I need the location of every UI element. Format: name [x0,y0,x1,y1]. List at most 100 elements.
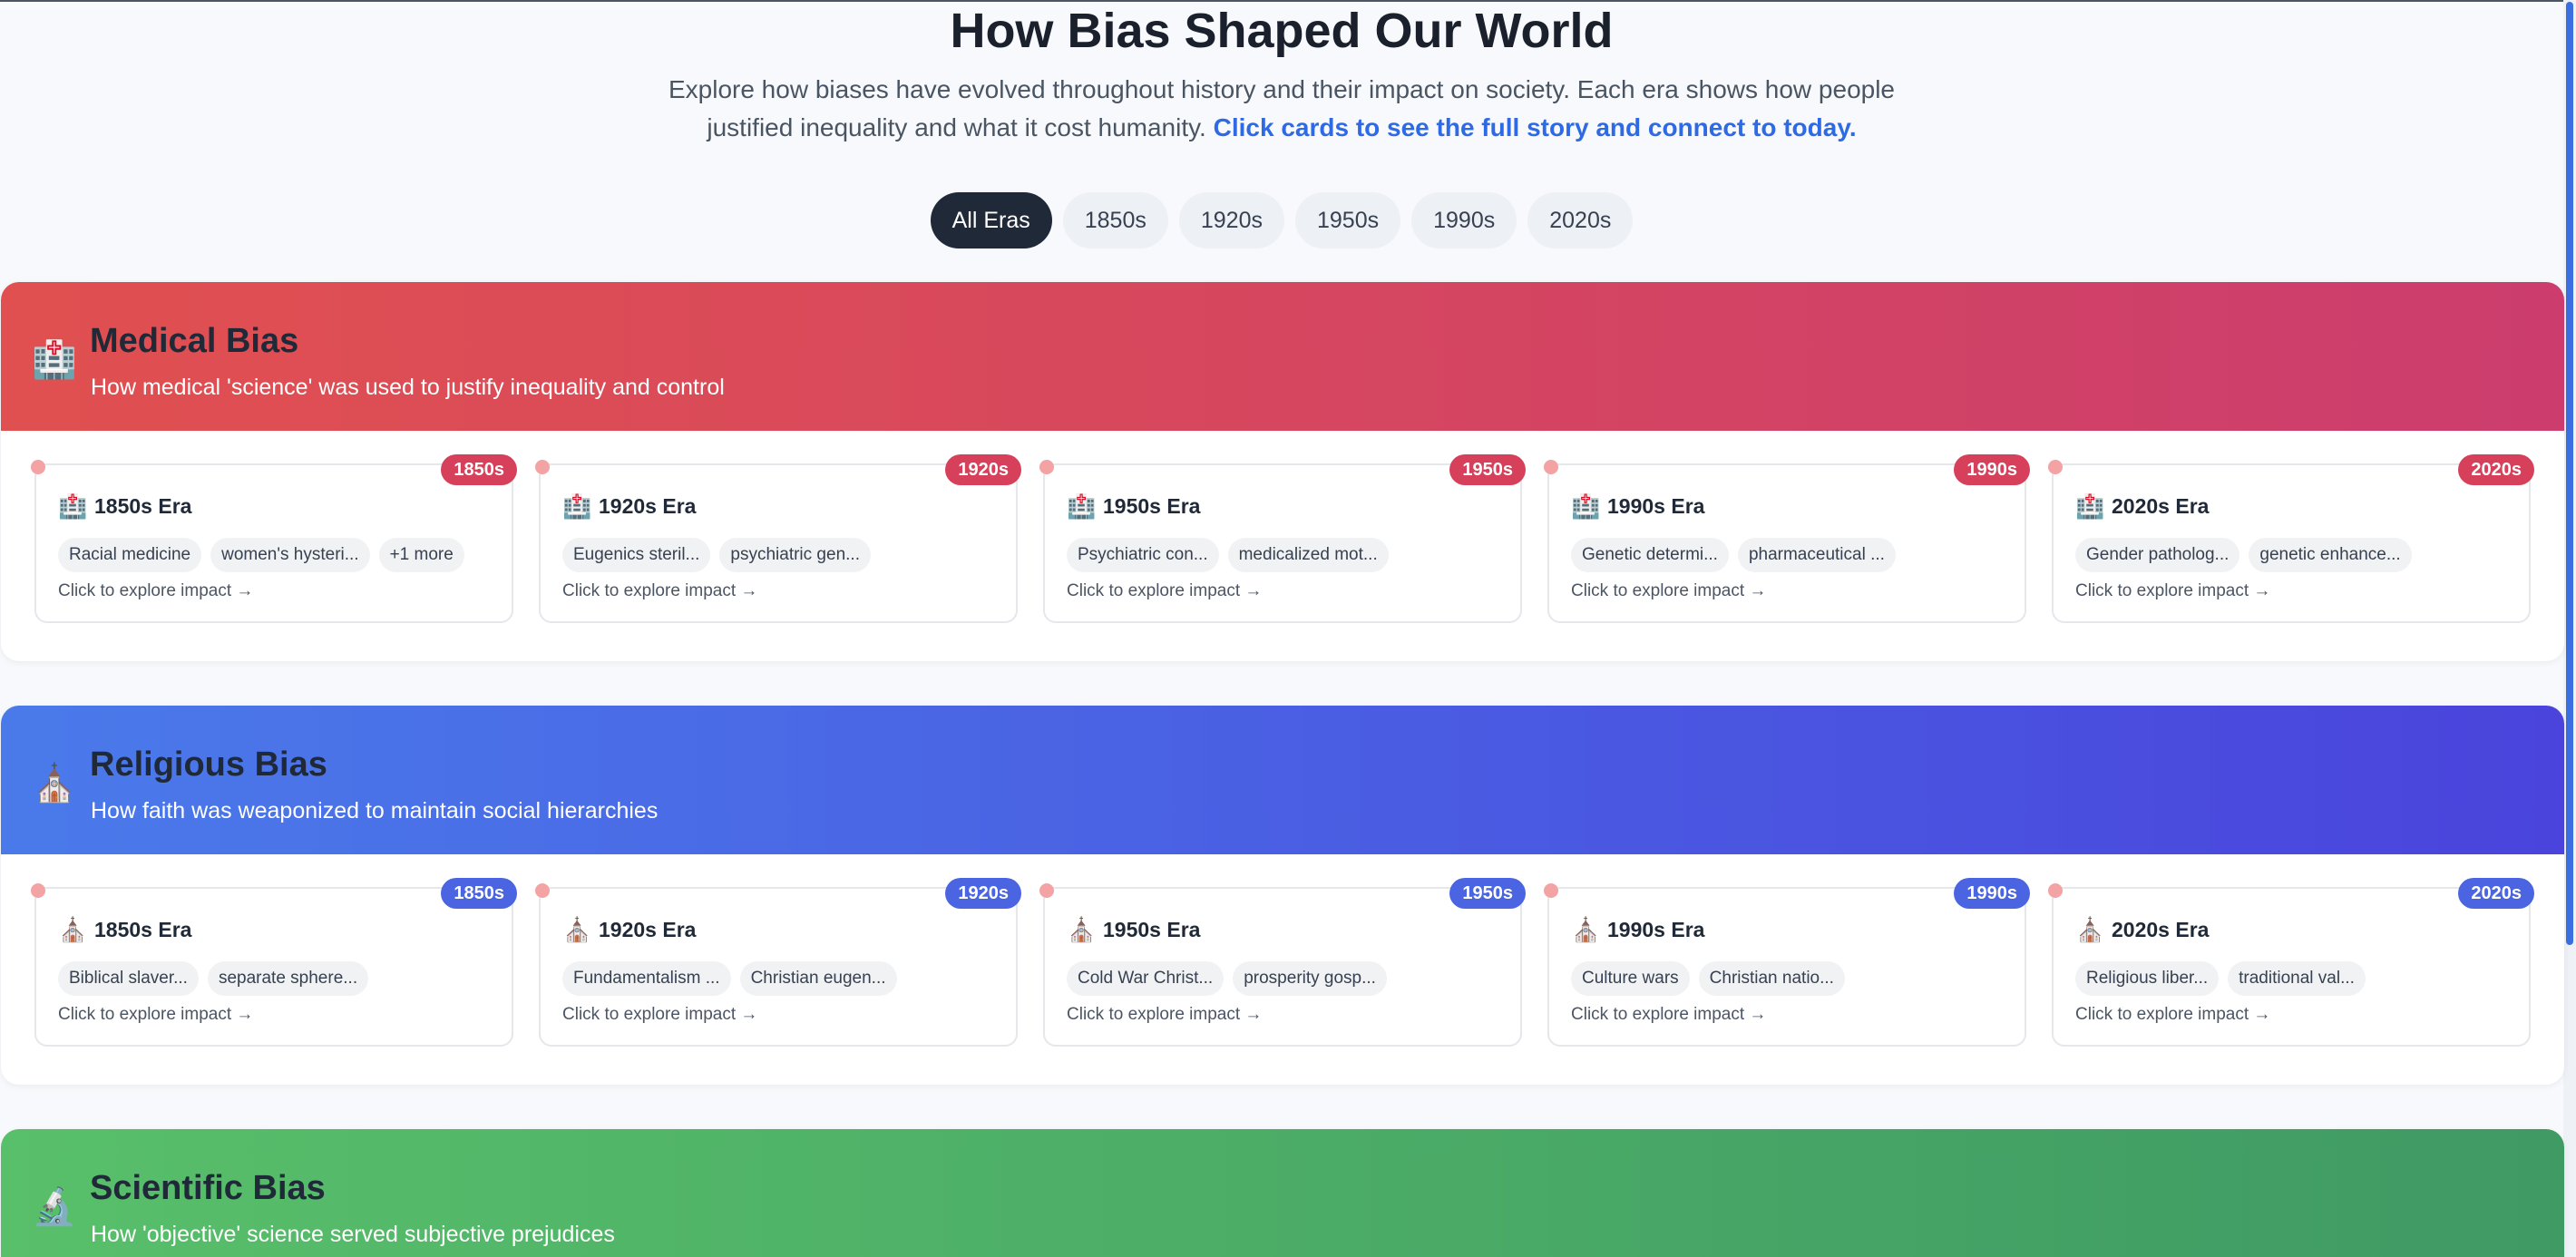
card-title: 1990s Era [1607,918,1705,941]
tag: separate sphere... [207,961,369,996]
era-badge: 2020s [2458,878,2534,909]
filter-2020s[interactable]: 2020s [1527,192,1634,248]
tag: pharmaceutical ... [1737,538,1896,572]
filter-1990s[interactable]: 1990s [1411,192,1517,248]
filter-1950s[interactable]: 1950s [1295,192,1401,248]
timeline-dot [31,460,45,474]
era-badge: 1920s [945,878,1021,909]
tag-list: Gender patholog... genetic enhance... [2075,538,2412,572]
tag-list: Fundamentalism ... Christian eugen... [562,961,897,996]
tag: Religious liber... [2075,961,2220,996]
era-badge: 1950s [1449,878,1526,909]
timeline-dot [2048,460,2063,474]
card-title: 1920s Era [599,918,697,941]
church-icon: ⛪ [562,916,592,943]
tag: psychiatric gen... [719,538,871,572]
section-title: Medical Bias [90,322,299,360]
era-card-1920s[interactable]: 1920s 🏥 1920s Era Eugenics steril... psy… [535,454,1021,623]
hospital-icon: 🏥 [1067,492,1097,520]
timeline-dot [31,883,45,898]
era-card-2020s[interactable]: 2020s 🏥 2020s Era Gender patholog... gen… [2048,454,2534,623]
explore-impact-link[interactable]: Click to explore impact → [562,1005,757,1025]
filter-1920s[interactable]: 1920s [1178,192,1284,248]
tag: medicalized mot... [1227,538,1389,572]
era-card-1950s[interactable]: 1950s ⛪ 1950s Era Cold War Christ... pro… [1039,878,1526,1047]
explore-impact-link[interactable]: Click to explore impact → [1571,1005,1766,1025]
section-description: How faith was weaponized to maintain soc… [91,798,659,823]
tag: Biblical slaver... [58,961,199,996]
section-medical-bias: 🏥 Medical Bias How medical 'science' was… [1,282,2564,661]
subtitle-cta: Click cards to see the full story and co… [1213,113,1857,141]
era-card-1990s[interactable]: 1990s ⛪ 1990s Era Culture wars Christian… [1544,878,2030,1047]
tag-list: Eugenics steril... psychiatric gen... [562,538,871,572]
church-icon: ⛪ [2075,916,2105,943]
card-title: 1990s Era [1607,494,1705,518]
page-subtitle: Explore how biases have evolved througho… [647,71,1917,147]
tag-list: Culture wars Christian natio... [1571,961,1845,996]
timeline-dot [1544,460,1558,474]
era-badge: 1920s [945,454,1021,485]
hospital-icon: 🏥 [1571,492,1601,520]
era-card-1850s[interactable]: 1850s 🏥 1850s Era Racial medicine women'… [31,454,517,623]
tag: Christian natio... [1698,961,1845,996]
tag-list: Psychiatric con... medicalized mot... [1067,538,1389,572]
tag: Christian eugen... [739,961,897,996]
card-title: 1950s Era [1103,918,1201,941]
filter-1850s[interactable]: 1850s [1062,192,1168,248]
era-card-1850s[interactable]: 1850s ⛪ 1850s Era Biblical slaver... sep… [31,878,517,1047]
tag: traditional val... [2228,961,2366,996]
card-title: 1920s Era [599,494,697,518]
hospital-icon: 🏥 [2075,492,2105,520]
explore-impact-link[interactable]: Click to explore impact → [2075,581,2270,601]
explore-impact-link[interactable]: Click to explore impact → [58,1005,253,1025]
church-icon: ⛪ [58,916,88,943]
timeline-dot [535,460,550,474]
explore-impact-link[interactable]: Click to explore impact → [1067,1005,1262,1025]
tag: Culture wars [1571,961,1690,996]
explore-impact-link[interactable]: Click to explore impact → [2075,1005,2270,1025]
tag-list: Cold War Christ... prosperity gosp... [1067,961,1387,996]
scrollbar[interactable] [2563,0,2576,1257]
explore-impact-link[interactable]: Click to explore impact → [562,581,757,601]
era-card-row: 1850s ⛪ 1850s Era Biblical slaver... sep… [1,854,2564,1085]
explore-impact-link[interactable]: Click to explore impact → [1571,581,1766,601]
era-card-2020s[interactable]: 2020s ⛪ 2020s Era Religious liber... tra… [2048,878,2534,1047]
section-header: ⛪ Religious Bias How faith was weaponize… [1,706,2564,854]
timeline-dot [1039,460,1054,474]
tag: Genetic determi... [1571,538,1729,572]
tag: Gender patholog... [2075,538,2240,572]
tag-list: Racial medicine women's hysteri... +1 mo… [58,538,464,572]
explore-impact-link[interactable]: Click to explore impact → [58,581,253,601]
section-header: 🔬 Scientific Bias How 'objective' scienc… [1,1129,2564,1257]
tag-list: Genetic determi... pharmaceutical ... [1571,538,1896,572]
timeline-dot [535,883,550,898]
era-card-1990s[interactable]: 1990s 🏥 1990s Era Genetic determi... pha… [1544,454,2030,623]
tag: women's hysteri... [210,538,370,572]
tag-list: Religious liber... traditional val... [2075,961,2366,996]
tag: Cold War Christ... [1067,961,1225,996]
section-scientific-bias: 🔬 Scientific Bias How 'objective' scienc… [1,1129,2564,1257]
era-badge: 2020s [2458,454,2534,485]
timeline-dot [1544,883,1558,898]
tag: Psychiatric con... [1067,538,1219,572]
section-title: Scientific Bias [90,1169,326,1207]
era-badge: 1850s [441,454,517,485]
card-title: 1850s Era [94,918,192,941]
microscope-icon: 🔬 [32,1187,77,1227]
filter-all-eras[interactable]: All Eras [930,192,1052,248]
era-badge: 1950s [1449,454,1526,485]
scrollbar-thumb[interactable] [2566,2,2573,945]
era-card-1920s[interactable]: 1920s ⛪ 1920s Era Fundamentalism ... Chr… [535,878,1021,1047]
era-badge: 1990s [1954,454,2030,485]
hospital-icon: 🏥 [58,492,88,520]
era-card-1950s[interactable]: 1950s 🏥 1950s Era Psychiatric con... med… [1039,454,1526,623]
church-icon: ⛪ [1571,916,1601,943]
hospital-icon: 🏥 [32,340,77,380]
card-title: 2020s Era [2112,494,2210,518]
era-badge: 1990s [1954,878,2030,909]
tag: prosperity gosp... [1233,961,1387,996]
tag: Racial medicine [58,538,202,572]
tag: Eugenics steril... [562,538,711,572]
explore-impact-link[interactable]: Click to explore impact → [1067,581,1262,601]
section-header: 🏥 Medical Bias How medical 'science' was… [1,282,2564,431]
